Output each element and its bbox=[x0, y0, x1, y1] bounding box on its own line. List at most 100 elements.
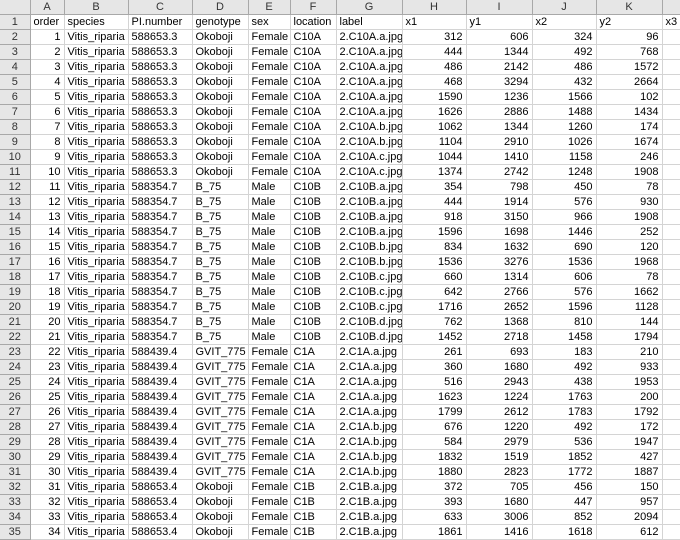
cell[interactable]: Okoboji bbox=[192, 74, 249, 90]
cell[interactable]: 1861 bbox=[402, 524, 467, 540]
cell[interactable]: 2.C10A.a.jpg bbox=[336, 104, 403, 120]
cell[interactable]: 588354.7 bbox=[128, 239, 193, 255]
cell[interactable]: B_75 bbox=[192, 209, 249, 225]
cell[interactable]: 354 bbox=[402, 179, 467, 195]
cell[interactable]: Female bbox=[248, 29, 291, 45]
cell[interactable]: 2.C10B.d.jpg bbox=[336, 329, 403, 345]
cell[interactable]: 2766 bbox=[466, 284, 533, 300]
row-header[interactable]: 26 bbox=[0, 389, 31, 405]
cell[interactable]: 25 bbox=[30, 389, 65, 405]
row-header[interactable]: 18 bbox=[0, 269, 31, 285]
cell[interactable]: 588354.7 bbox=[128, 179, 193, 195]
cell[interactable]: 1488 bbox=[532, 104, 597, 120]
cell[interactable] bbox=[662, 374, 680, 390]
row-header[interactable]: 20 bbox=[0, 299, 31, 315]
cell[interactable]: 588439.4 bbox=[128, 404, 193, 420]
cell[interactable]: 2886 bbox=[466, 104, 533, 120]
cell[interactable]: 23 bbox=[30, 359, 65, 375]
row-header[interactable]: 16 bbox=[0, 239, 31, 255]
cell[interactable]: Female bbox=[248, 359, 291, 375]
cell[interactable]: 252 bbox=[596, 224, 663, 240]
cell[interactable]: 78 bbox=[596, 179, 663, 195]
row-header[interactable]: 13 bbox=[0, 194, 31, 210]
cell[interactable]: Vitis_riparia bbox=[64, 494, 129, 510]
cell[interactable]: Male bbox=[248, 224, 291, 240]
cell[interactable]: C1A bbox=[290, 449, 337, 465]
cell[interactable]: 588653.4 bbox=[128, 524, 193, 540]
cell[interactable]: Okoboji bbox=[192, 44, 249, 60]
cell[interactable]: 588653.3 bbox=[128, 134, 193, 150]
cell[interactable] bbox=[662, 44, 680, 60]
cell[interactable]: 2.C10B.a.jpg bbox=[336, 179, 403, 195]
column-header-I[interactable]: I bbox=[466, 0, 533, 15]
cell[interactable]: 588439.4 bbox=[128, 419, 193, 435]
cell[interactable] bbox=[662, 329, 680, 345]
cell[interactable]: 16 bbox=[30, 254, 65, 270]
cell[interactable]: 2.C1A.a.jpg bbox=[336, 344, 403, 360]
cell[interactable]: Female bbox=[248, 494, 291, 510]
column-header-D[interactable]: D bbox=[192, 0, 249, 15]
cell[interactable]: 1104 bbox=[402, 134, 467, 150]
cell[interactable]: 1416 bbox=[466, 524, 533, 540]
row-header[interactable]: 11 bbox=[0, 164, 31, 180]
cell[interactable]: 1674 bbox=[596, 134, 663, 150]
row-header[interactable]: 14 bbox=[0, 209, 31, 225]
cell[interactable] bbox=[662, 209, 680, 225]
cell[interactable]: 576 bbox=[532, 194, 597, 210]
cell[interactable] bbox=[662, 59, 680, 75]
cell[interactable]: 174 bbox=[596, 119, 663, 135]
cell[interactable]: 1968 bbox=[596, 254, 663, 270]
row-header[interactable]: 34 bbox=[0, 509, 31, 525]
cell[interactable]: Male bbox=[248, 209, 291, 225]
cell[interactable]: 588653.3 bbox=[128, 44, 193, 60]
cell[interactable]: Female bbox=[248, 149, 291, 165]
cell[interactable]: 1458 bbox=[532, 329, 597, 345]
cell[interactable]: 486 bbox=[402, 59, 467, 75]
cell[interactable] bbox=[662, 239, 680, 255]
cell[interactable]: Okoboji bbox=[192, 134, 249, 150]
cell[interactable] bbox=[662, 194, 680, 210]
cell[interactable]: 588439.4 bbox=[128, 359, 193, 375]
cell[interactable]: Vitis_riparia bbox=[64, 119, 129, 135]
cell[interactable]: B_75 bbox=[192, 239, 249, 255]
cell[interactable]: Female bbox=[248, 119, 291, 135]
cell[interactable]: 768 bbox=[596, 44, 663, 60]
cell[interactable]: 31 bbox=[30, 479, 65, 495]
cell[interactable]: 2.C10A.a.jpg bbox=[336, 74, 403, 90]
cell[interactable]: C1A bbox=[290, 374, 337, 390]
cell[interactable]: 2.C1B.a.jpg bbox=[336, 494, 403, 510]
cell[interactable]: 450 bbox=[532, 179, 597, 195]
cell[interactable]: Vitis_riparia bbox=[64, 404, 129, 420]
cell[interactable]: Vitis_riparia bbox=[64, 224, 129, 240]
cell[interactable]: 1519 bbox=[466, 449, 533, 465]
cell[interactable]: 1158 bbox=[532, 149, 597, 165]
cell[interactable]: C1A bbox=[290, 434, 337, 450]
cell[interactable]: C10A bbox=[290, 59, 337, 75]
cell[interactable]: 2.C10B.b.jpg bbox=[336, 254, 403, 270]
cell[interactable]: 1452 bbox=[402, 329, 467, 345]
cell[interactable]: Vitis_riparia bbox=[64, 89, 129, 105]
cell[interactable]: 17 bbox=[30, 269, 65, 285]
cell[interactable] bbox=[662, 464, 680, 480]
cell[interactable]: 150 bbox=[596, 479, 663, 495]
cell[interactable]: C1B bbox=[290, 494, 337, 510]
cell[interactable] bbox=[662, 389, 680, 405]
cell[interactable]: B_75 bbox=[192, 284, 249, 300]
cell[interactable] bbox=[662, 74, 680, 90]
cell[interactable] bbox=[662, 524, 680, 540]
cell[interactable]: 2142 bbox=[466, 59, 533, 75]
cell[interactable]: C10A bbox=[290, 29, 337, 45]
cell[interactable] bbox=[662, 179, 680, 195]
cell[interactable]: Male bbox=[248, 329, 291, 345]
cell[interactable]: 588354.7 bbox=[128, 254, 193, 270]
cell[interactable]: 1799 bbox=[402, 404, 467, 420]
cell[interactable]: 10 bbox=[30, 164, 65, 180]
cell[interactable]: Vitis_riparia bbox=[64, 389, 129, 405]
cell[interactable]: Female bbox=[248, 419, 291, 435]
cell[interactable]: Vitis_riparia bbox=[64, 524, 129, 540]
cell[interactable]: B_75 bbox=[192, 179, 249, 195]
cell[interactable]: 1044 bbox=[402, 149, 467, 165]
cell[interactable]: C10B bbox=[290, 284, 337, 300]
cell[interactable]: C1B bbox=[290, 524, 337, 540]
cell[interactable]: Female bbox=[248, 479, 291, 495]
